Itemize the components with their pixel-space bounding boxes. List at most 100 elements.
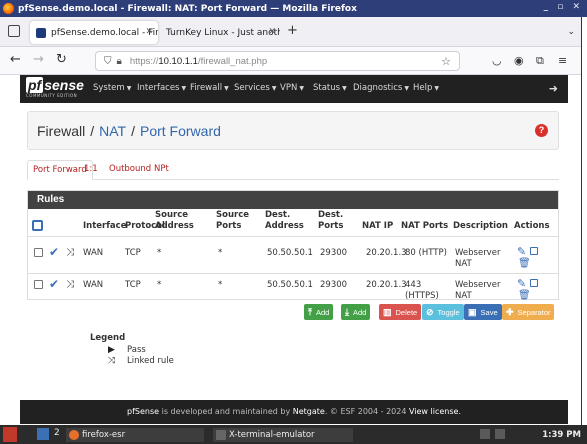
row-checkbox[interactable] — [34, 280, 43, 289]
workspace-icon[interactable] — [37, 428, 49, 440]
edit-pencil-icon[interactable]: ✎ — [517, 246, 526, 257]
breadcrumb-port-forward[interactable]: Port Forward — [140, 123, 221, 139]
row-divider — [28, 273, 558, 274]
col-dest-address: Dest. Address — [265, 210, 304, 231]
extensions-icon[interactable]: ⧉ — [536, 54, 544, 68]
edit-pencil-icon[interactable]: ✎ — [517, 278, 526, 289]
logout-icon[interactable]: ➜ — [549, 82, 558, 95]
breadcrumb-nat[interactable]: NAT — [99, 123, 126, 139]
window-titlebar: pfSense.demo.local - Firewall: NAT: Port… — [0, 0, 587, 17]
window-title: pfSense.demo.local - Firewall: NAT: Port… — [18, 3, 357, 14]
netgate-link[interactable]: Netgate — [293, 407, 325, 416]
close-tab-icon[interactable]: ✕ — [268, 27, 276, 37]
chevron-down-icon[interactable]: ⌄ — [567, 27, 575, 37]
close-tab-icon[interactable]: ✕ — [145, 27, 153, 37]
copy-icon[interactable] — [530, 279, 538, 287]
navigation-bar: ← → ↻ ⛉ 🔒︎ https://10.10.1.1/firewall_na… — [0, 47, 587, 75]
col-source-address: Source Address — [155, 210, 194, 231]
arrow-up-icon: ⤒ — [308, 306, 312, 317]
tab-pfsense[interactable]: pfSense.demo.local - Fire ✕ — [30, 21, 158, 44]
row-checkbox[interactable] — [34, 248, 43, 257]
pass-check-icon[interactable]: ✔ — [49, 278, 59, 290]
save-icon: ▣ — [468, 306, 477, 317]
lock-icon[interactable]: 🔒︎ — [117, 56, 122, 67]
nat-tabs: Port Forward 1:1 Outbound NPt — [27, 158, 559, 180]
col-source-ports: Source Ports — [216, 210, 250, 231]
rules-panel-title: Rules — [28, 191, 558, 209]
shuffle-icon: ⤨ — [108, 356, 116, 366]
view-license-link[interactable]: View license. — [409, 407, 461, 416]
firefox-icon — [69, 430, 79, 440]
clock[interactable]: 1:39 PM — [542, 428, 581, 442]
window-border — [581, 17, 587, 425]
bookmark-star-icon[interactable]: ☆ — [441, 55, 451, 68]
pfsense-navbar: pf sense COMMUNITY EDITION System ▼ Interf… — [20, 75, 568, 103]
address-bar[interactable]: ⛉ 🔒︎ https://10.10.1.1/firewall_nat.php … — [95, 51, 460, 71]
rules-panel: Rules Interface Protocol Source Address S… — [27, 190, 559, 301]
separator-button[interactable]: ✚ Separator — [502, 304, 555, 320]
menu-services[interactable]: Services ▼ — [234, 83, 276, 93]
tab-strip: pfSense.demo.local - Fire ✕ TurnKey Linu… — [0, 17, 587, 47]
save-button[interactable]: ▣ Save — [464, 304, 502, 320]
col-nat-ip: NAT IP — [362, 221, 394, 231]
terminal-icon — [216, 430, 226, 440]
firefox-icon — [3, 3, 14, 14]
menu-diagnostics[interactable]: Diagnostics ▼ — [353, 83, 409, 93]
breadcrumb: Firewall / NAT / Port Forward ? — [27, 111, 559, 150]
workspace-number[interactable]: 2 — [54, 428, 60, 438]
pfsense-favicon-icon — [36, 27, 46, 38]
menu-vpn[interactable]: VPN ▼ — [280, 83, 304, 93]
page-content: Firewall / NAT / Port Forward ? Port For… — [20, 103, 568, 400]
linked-rule-shuffle-icon: ⤨ — [66, 247, 74, 258]
shield-icon[interactable]: ⛉ — [104, 56, 112, 67]
tray-network-icon[interactable] — [480, 429, 490, 439]
tab-label: pfSense.demo.local - Fire — [51, 27, 158, 38]
delete-button[interactable]: ▥ Delete — [379, 304, 422, 320]
forward-icon[interactable]: → — [33, 53, 44, 67]
legend-title: Legend — [90, 333, 126, 343]
col-nat-ports: NAT Ports — [401, 221, 449, 231]
breadcrumb-firewall: Firewall — [37, 122, 86, 139]
tray-volume-icon[interactable] — [495, 429, 505, 439]
trash-icon[interactable]: 🗑︎ — [518, 291, 531, 301]
menu-status[interactable]: Status ▼ — [313, 83, 347, 93]
back-icon[interactable]: ← — [10, 53, 21, 67]
trash-icon[interactable]: 🗑︎ — [518, 259, 531, 269]
add-top-button[interactable]: ⤒ Add — [304, 304, 334, 320]
menu-help[interactable]: Help ▼ — [413, 83, 439, 93]
pocket-icon[interactable]: ◡ — [492, 54, 502, 67]
help-icon[interactable]: ? — [535, 124, 548, 137]
menu-interfaces[interactable]: Interfaces ▼ — [137, 83, 186, 93]
reload-icon[interactable]: ↻ — [56, 53, 67, 67]
window-controls[interactable]: _ ▫ ✕ — [544, 2, 583, 12]
plus-icon: ✚ — [506, 306, 514, 317]
linked-rule-shuffle-icon: ⤨ — [66, 279, 74, 290]
copy-icon[interactable] — [530, 247, 538, 255]
tab-label: TurnKey Linux - Just another — [166, 27, 280, 38]
pfsense-logo[interactable]: pf sense COMMUNITY EDITION — [26, 77, 96, 100]
list-all-tabs-icon[interactable] — [8, 25, 20, 37]
tab-npt[interactable]: NPt — [149, 160, 174, 180]
pass-check-icon[interactable]: ✔ — [49, 246, 59, 258]
ban-icon: ⊘ — [426, 306, 434, 317]
hamburger-menu-icon[interactable]: ≡ — [558, 54, 567, 67]
arrow-down-icon: ⤓ — [345, 306, 349, 317]
menu-firewall[interactable]: Firewall ▼ — [190, 83, 229, 93]
page-footer: pfSense is developed and maintained by N… — [20, 400, 568, 424]
account-icon[interactable]: ◉ — [514, 54, 524, 67]
toggle-button[interactable]: ⊘ Toggle — [422, 304, 464, 320]
start-menu-icon[interactable] — [3, 427, 17, 442]
play-icon: ▶ — [108, 345, 115, 355]
new-tab-icon[interactable]: + — [287, 24, 298, 37]
taskbar: 2 firefox-esr X-terminal-emulator 1:39 P… — [0, 425, 587, 444]
add-bottom-button[interactable]: ⤓ Add — [341, 304, 371, 320]
col-interface: Interface — [83, 221, 127, 231]
task-terminal[interactable]: X-terminal-emulator — [213, 428, 353, 442]
url-text: https://10.10.1.1/firewall_nat.php — [129, 55, 268, 67]
menu-system[interactable]: System ▼ — [93, 83, 131, 93]
tab-one-to-one[interactable]: 1:1 — [79, 160, 103, 180]
task-firefox[interactable]: firefox-esr — [66, 428, 204, 442]
select-all-checkbox[interactable] — [32, 220, 43, 231]
col-dest-ports: Dest. Ports — [318, 210, 344, 231]
tab-turnkey[interactable]: TurnKey Linux - Just another ✕ — [160, 21, 280, 44]
